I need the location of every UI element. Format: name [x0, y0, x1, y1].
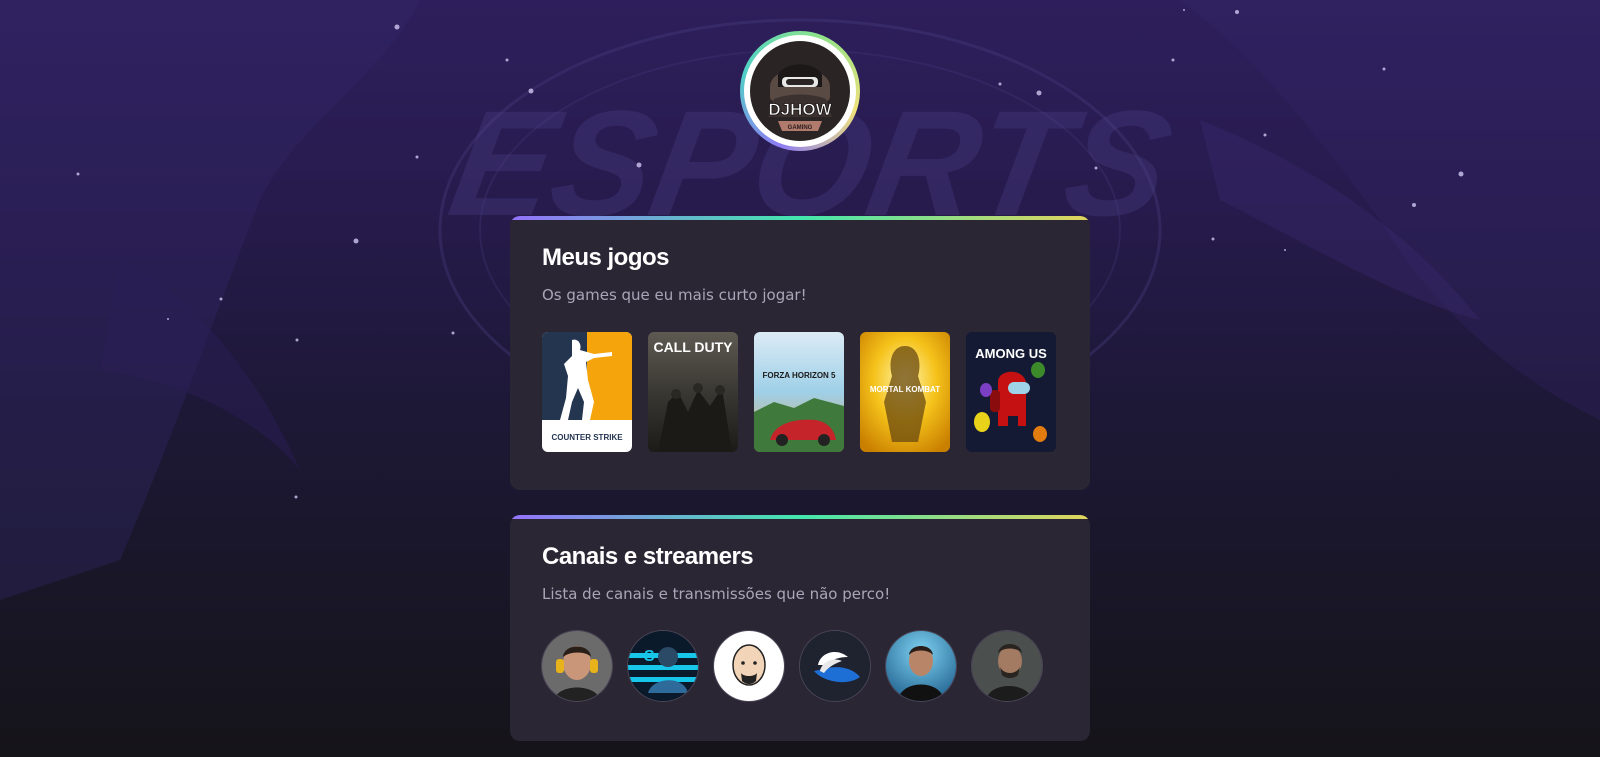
game-cover-text: AMONG US [975, 346, 1047, 361]
channels-subtitle: Lista de canais e transmissões que não p… [542, 585, 891, 603]
channels-title: Canais e streamers [542, 543, 754, 570]
profile-logo-text: DJHOW [768, 100, 832, 119]
channel-avatar-1[interactable] [542, 631, 612, 701]
game-counter-strike[interactable]: COUNTER STRIKE [542, 332, 632, 452]
channel-avatar-5[interactable] [886, 631, 956, 701]
channels-list: S [542, 631, 1042, 701]
game-cover-text: COUNTER STRIKE [551, 433, 623, 442]
game-mortal-kombat-11[interactable]: MORTAL KOMBAT [860, 332, 950, 452]
channel-avatar-2[interactable]: S [628, 631, 698, 701]
game-call-of-duty[interactable]: CALL DUTY [648, 332, 738, 452]
games-subtitle: Os games que eu mais curto jogar! [542, 286, 807, 304]
svg-text:S: S [644, 648, 655, 665]
game-among-us[interactable]: AMONG US [966, 332, 1056, 452]
channel-avatar-3[interactable] [714, 631, 784, 701]
channel-avatar-6[interactable] [972, 631, 1042, 701]
game-cover-text: FORZA HORIZON 5 [762, 371, 836, 380]
profile-avatar[interactable]: DJHOW GAMING [740, 31, 860, 151]
games-list: COUNTER STRIKE CALL DUTY FORZA HORIZON 5… [542, 332, 1056, 452]
game-cover-text: MORTAL KOMBAT [870, 385, 940, 394]
channel-avatar-4[interactable] [800, 631, 870, 701]
game-forza-horizon-5[interactable]: FORZA HORIZON 5 [754, 332, 844, 452]
games-card: Meus jogos Os games que eu mais curto jo… [510, 216, 1090, 490]
profile-logo-subtext: GAMING [788, 125, 813, 131]
games-title: Meus jogos [542, 244, 670, 271]
profile-logo: DJHOW GAMING [744, 35, 856, 147]
game-cover-text: CALL DUTY [653, 339, 733, 355]
channels-card: Canais e streamers Lista de canais e tra… [510, 515, 1090, 741]
